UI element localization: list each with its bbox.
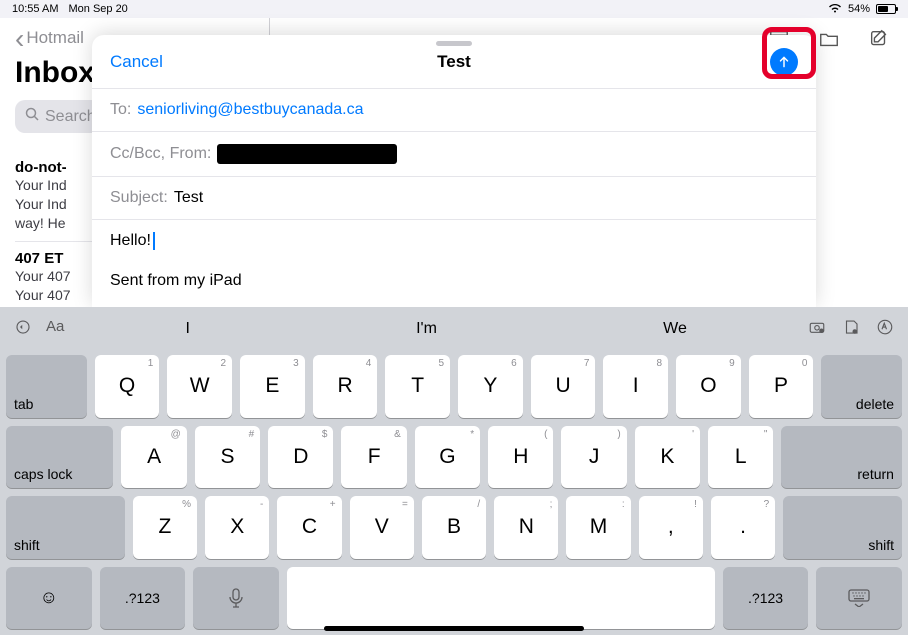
key-f[interactable]: &F (341, 426, 406, 489)
font-icon[interactable]: Aa (46, 318, 64, 341)
to-field[interactable]: To: seniorliving@bestbuycanada.ca (92, 89, 816, 132)
wifi-icon (828, 3, 842, 16)
keyboard: Aa I I'm We tab 1Q 2W 3E 4R 5T 6Y 7U 8I … (0, 307, 908, 635)
key-dictation[interactable] (193, 567, 279, 630)
key-i[interactable]: 8I (603, 355, 668, 418)
key-numsym-left[interactable]: .?123 (100, 567, 186, 630)
search-icon (25, 107, 39, 126)
key-g[interactable]: *G (415, 426, 480, 489)
key-period[interactable]: ?. (711, 496, 775, 559)
home-indicator[interactable] (324, 626, 584, 631)
key-r[interactable]: 4R (313, 355, 378, 418)
key-hide-keyboard[interactable] (816, 567, 902, 630)
markup-icon[interactable] (876, 318, 894, 341)
suggestion[interactable]: I (185, 320, 189, 338)
scan-icon[interactable] (842, 318, 860, 341)
key-p[interactable]: 0P (749, 355, 814, 418)
compose-icon[interactable] (868, 28, 890, 55)
folder-icon[interactable] (818, 28, 840, 55)
key-o[interactable]: 9O (676, 355, 741, 418)
subject-value: Test (174, 189, 203, 207)
ccbcc-field[interactable]: Cc/Bcc, From: (92, 132, 816, 177)
key-capslock[interactable]: caps lock (6, 426, 113, 489)
suggestion[interactable]: I'm (416, 320, 437, 338)
key-q[interactable]: 1Q (95, 355, 160, 418)
key-b[interactable]: /B (422, 496, 486, 559)
key-shift-right[interactable]: shift (783, 496, 902, 559)
key-x[interactable]: -X (205, 496, 269, 559)
status-bar: 10:55 AM Mon Sep 20 54% (0, 0, 908, 18)
recipient-address[interactable]: seniorliving@bestbuycanada.ca (137, 101, 363, 119)
key-u[interactable]: 7U (531, 355, 596, 418)
cancel-button[interactable]: Cancel (110, 52, 163, 72)
key-m[interactable]: :M (566, 496, 630, 559)
key-d[interactable]: $D (268, 426, 333, 489)
key-t[interactable]: 5T (385, 355, 450, 418)
send-button[interactable] (770, 48, 798, 76)
compose-panel: Cancel Test To: seniorliving@bestbuycana… (92, 35, 816, 307)
undo-icon[interactable] (14, 318, 32, 341)
key-s[interactable]: #S (195, 426, 260, 489)
camera-icon[interactable] (808, 318, 826, 341)
subject-field[interactable]: Subject: Test (92, 177, 816, 220)
keyboard-suggestion-bar: Aa I I'm We (0, 307, 908, 351)
text-cursor (153, 232, 155, 250)
key-c[interactable]: +C (277, 496, 341, 559)
key-y[interactable]: 6Y (458, 355, 523, 418)
key-emoji[interactable]: ☺ (6, 567, 92, 630)
battery-percent: 54% (848, 3, 870, 15)
key-numsym-right[interactable]: .?123 (723, 567, 809, 630)
key-h[interactable]: (H (488, 426, 553, 489)
key-comma[interactable]: !, (639, 496, 703, 559)
key-shift-left[interactable]: shift (6, 496, 125, 559)
compose-body[interactable]: Hello! Sent from my iPad (92, 220, 816, 307)
key-e[interactable]: 3E (240, 355, 305, 418)
suggestion[interactable]: We (663, 320, 687, 338)
key-n[interactable]: ;N (494, 496, 558, 559)
key-tab[interactable]: tab (6, 355, 87, 418)
key-return[interactable]: return (781, 426, 902, 489)
battery-icon (876, 4, 896, 14)
key-a[interactable]: @A (121, 426, 186, 489)
key-delete[interactable]: delete (821, 355, 902, 418)
key-w[interactable]: 2W (167, 355, 232, 418)
from-address-redacted (217, 144, 397, 164)
key-j[interactable]: )J (561, 426, 626, 489)
key-z[interactable]: %Z (133, 496, 197, 559)
status-time: 10:55 AM (12, 3, 58, 15)
key-l[interactable]: "L (708, 426, 773, 489)
key-v[interactable]: =V (350, 496, 414, 559)
signature: Sent from my iPad (110, 272, 798, 290)
key-k[interactable]: 'K (635, 426, 700, 489)
compose-title: Test (437, 52, 471, 72)
status-date: Mon Sep 20 (68, 3, 127, 15)
key-space[interactable] (287, 567, 715, 630)
